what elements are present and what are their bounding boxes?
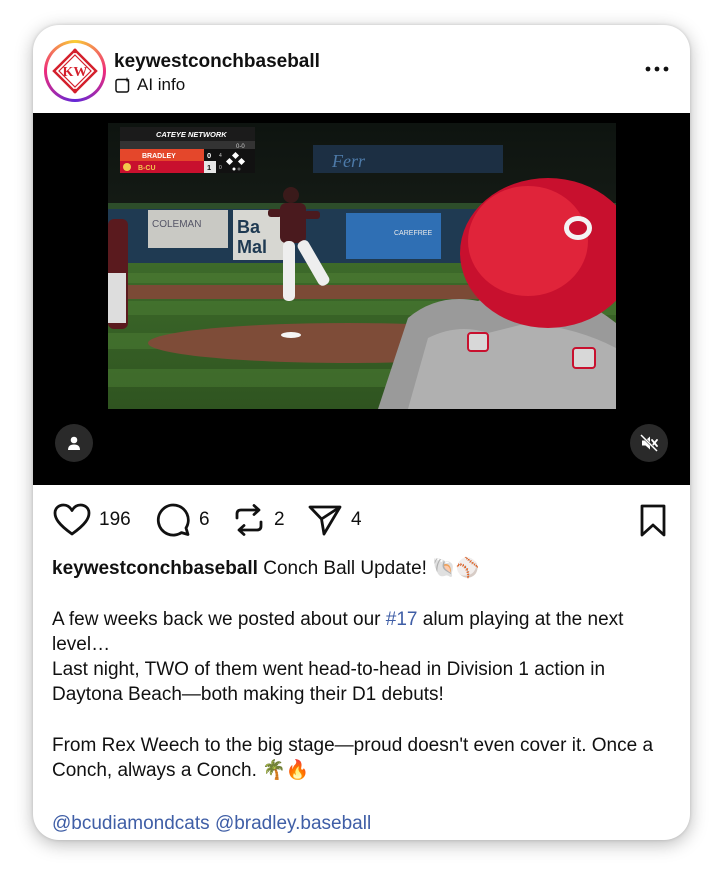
wall-sign-1: COLEMAN <box>152 219 201 230</box>
team2-name: B-CU <box>138 165 156 172</box>
wall-sign-2: Ba <box>237 217 261 237</box>
network-label: CATEYE NETWORK <box>156 130 227 139</box>
avatar[interactable]: KW <box>44 40 106 102</box>
heart-icon <box>53 503 91 536</box>
post-caption: keywestconchbaseball Conch Ball Update! … <box>52 556 672 783</box>
repost-icon <box>235 504 263 536</box>
comment-button[interactable]: 6 <box>155 503 210 537</box>
team-logo: KW <box>47 43 103 99</box>
comment-icon <box>156 503 190 537</box>
team2-bar <box>120 161 204 173</box>
mute-icon <box>640 434 658 452</box>
post-card: KW keywestconchbaseball AI info Ferr CAT… <box>33 25 690 840</box>
video-player[interactable]: Ferr CATEYE NETWORK 0-0 BRADLEY 0 B-CU 1… <box>33 113 690 485</box>
bookmark-icon[interactable] <box>638 504 668 538</box>
svg-text:Ferr: Ferr <box>331 151 366 171</box>
caption-paragraph-2: Last night, TWO of them went head-to-hea… <box>52 659 606 705</box>
share-icon <box>308 505 342 536</box>
like-count: 196 <box>99 509 131 530</box>
inning-label: 4 <box>219 153 222 159</box>
wall-sign-2b: Mal <box>237 237 267 257</box>
action-bar: 196 6 2 4 <box>33 501 690 543</box>
repost-count: 2 <box>274 509 285 530</box>
caption-username[interactable]: keywestconchbaseball <box>52 558 258 579</box>
mute-button[interactable] <box>630 424 668 462</box>
mention-link-1[interactable]: @bcudiamondcats <box>52 813 210 834</box>
hashtag-link[interactable]: #17 <box>386 609 418 630</box>
caption-paragraph-3: From Rex Weech to the big stage—proud do… <box>52 735 654 781</box>
more-icon[interactable] <box>644 59 670 79</box>
ai-info-label: AI info <box>137 75 186 94</box>
caption-headline: Conch Ball Update! 🐚⚾ <box>263 558 480 579</box>
team1-runs: 0 <box>207 151 211 160</box>
logo-letters: KW <box>63 65 88 80</box>
outs-label: 0 <box>219 165 222 171</box>
tagged-users-button[interactable] <box>55 424 93 462</box>
comment-count: 6 <box>199 509 210 530</box>
caption-mentions: @bcudiamondcats @bradley.baseball <box>52 813 371 835</box>
like-button[interactable]: 196 <box>53 503 131 537</box>
caption-paragraph-1: A few weeks back we posted about our #17… <box>52 607 672 657</box>
post-username[interactable]: keywestconchbaseball <box>114 51 320 73</box>
share-button[interactable]: 4 <box>307 503 362 537</box>
caption-text-1a: A few weeks back we posted about our <box>52 609 386 630</box>
user-tag-icon <box>68 436 80 450</box>
ai-info[interactable]: AI info <box>114 75 185 95</box>
ai-info-icon <box>115 77 130 93</box>
video-frame[interactable]: Ferr CATEYE NETWORK 0-0 BRADLEY 0 B-CU 1… <box>108 123 616 409</box>
logo-icon: KW <box>52 48 98 94</box>
share-count: 4 <box>351 509 362 530</box>
team1-name: BRADLEY <box>142 153 176 160</box>
wall-sign-3: CAREFREE <box>394 230 432 237</box>
video-scene: Ferr CATEYE NETWORK 0-0 BRADLEY 0 B-CU 1… <box>108 123 616 409</box>
team2-runs: 1 <box>207 163 211 172</box>
mention-link-2[interactable]: @bradley.baseball <box>215 813 371 834</box>
post-header: KW keywestconchbaseball AI info <box>33 25 690 113</box>
repost-button[interactable]: 2 <box>232 503 285 537</box>
